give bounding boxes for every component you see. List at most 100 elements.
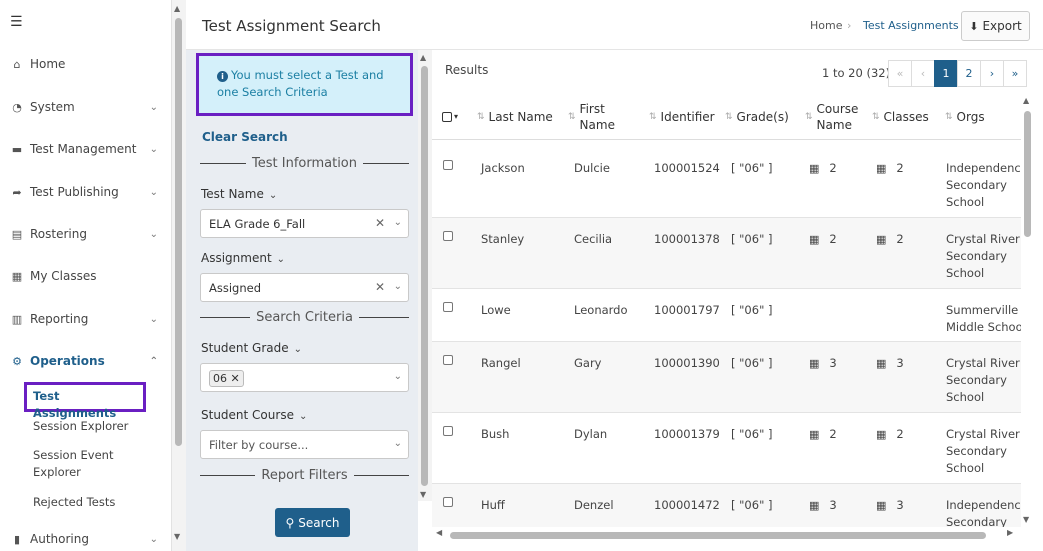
cell-classes[interactable]: ▦ 2 — [876, 426, 904, 443]
scroll-up-icon[interactable]: ▲ — [420, 53, 426, 62]
search-button[interactable]: ⚲ Search — [275, 508, 350, 537]
clear-icon[interactable]: ✕ — [375, 216, 385, 230]
sidebar-item-home[interactable]: ⌂ Home — [0, 51, 171, 77]
assignment-label[interactable]: Assignment ⌄ — [201, 251, 285, 265]
row-checkbox[interactable] — [443, 355, 453, 365]
scroll-left-icon[interactable]: ◀ — [436, 528, 442, 537]
sidebar-item-test-management[interactable]: ▬ Test Management ⌄ — [0, 136, 171, 162]
cell-course[interactable]: ▦ 3 — [809, 355, 837, 372]
sort-icon: ⇅ — [568, 111, 576, 122]
chevron-down-icon[interactable]: ⌄ — [394, 281, 402, 292]
scroll-thumb[interactable] — [1024, 111, 1031, 237]
scroll-thumb[interactable] — [421, 66, 428, 486]
scroll-up-icon[interactable]: ▲ — [174, 4, 180, 13]
select-all-checkbox[interactable]: ▾ — [442, 93, 458, 140]
scroll-down-icon[interactable]: ▼ — [174, 532, 180, 541]
cell-classes[interactable]: ▦ 2 — [876, 231, 904, 248]
scroll-thumb[interactable] — [450, 532, 986, 539]
breadcrumb-home[interactable]: Home — [810, 19, 842, 32]
sidebar-item-rostering[interactable]: ▤ Rostering ⌄ — [0, 221, 171, 247]
sidebar-item-test-publishing[interactable]: ➦ Test Publishing ⌄ — [0, 179, 171, 205]
table-vertical-scrollbar[interactable]: ▲ ▼ — [1021, 93, 1035, 527]
hamburger-menu-icon[interactable]: ☰ — [10, 14, 23, 30]
column-label: Classes — [883, 109, 929, 124]
chevron-down-icon[interactable]: ⌄ — [394, 438, 402, 449]
scroll-thumb[interactable] — [175, 18, 182, 446]
caret-down-icon[interactable]: ▾ — [454, 109, 458, 125]
sidebar: ☰ ⌂ Home ◔ System ⌄ ▬ Test Management ⌄ … — [0, 0, 172, 551]
assignment-select[interactable]: Assigned ✕ ⌄ — [200, 273, 409, 302]
panel-scrollbar[interactable]: ▲ ▼ — [418, 50, 432, 501]
cell-classes[interactable]: ▦ 3 — [876, 355, 904, 372]
sidebar-scrollbar[interactable]: ▲ ▼ — [172, 0, 186, 551]
student-grade-label[interactable]: Student Grade ⌄ — [201, 341, 302, 355]
scroll-up-icon[interactable]: ▲ — [1023, 96, 1029, 105]
row-checkbox[interactable] — [443, 426, 453, 436]
table-row[interactable]: Jackson Dulcie 100001524 [ "06" ] ▦ 2 ▦ 2 … — [432, 147, 1021, 218]
page-last[interactable]: » — [1003, 60, 1027, 87]
page-1[interactable]: 1 — [934, 60, 958, 87]
scroll-down-icon[interactable]: ▼ — [420, 490, 426, 499]
column-orgs[interactable]: ⇅ Orgs — [945, 93, 985, 140]
sidebar-item-reporting[interactable]: ▥ Reporting ⌄ — [0, 306, 171, 332]
cell-course[interactable]: ▦ 3 — [809, 497, 837, 514]
sidebar-item-authoring[interactable]: ▮ Authoring ⌄ — [0, 526, 171, 551]
row-checkbox[interactable] — [443, 302, 453, 312]
cell-orgs: Independence Secondary School — [946, 161, 1021, 209]
column-last-name[interactable]: ⇅ Last Name — [477, 93, 553, 140]
table-row[interactable]: Stanley Cecilia 100001378 [ "06" ] ▦ 2 ▦ 2… — [432, 218, 1021, 289]
scroll-right-icon[interactable]: ▶ — [1007, 528, 1013, 537]
sidebar-item-operations[interactable]: ⚙ Operations ⌃ — [0, 348, 171, 374]
page-next[interactable]: › — [980, 60, 1004, 87]
cell-course[interactable]: ▦ 2 — [809, 231, 837, 248]
cell-classes[interactable]: ▦ 2 — [876, 160, 904, 177]
sidebar-sub-test-assignments[interactable]: Test Assignments — [24, 382, 146, 420]
cell-course[interactable]: ▦ 2 — [809, 426, 837, 443]
cell-orgs: Crystal River Secondary School — [946, 427, 1020, 475]
cell-identifier: 100001379 — [654, 427, 720, 441]
cell-course[interactable]: ▦ 2 — [809, 160, 837, 177]
notice-text: You must select a Test and one Search Cr… — [217, 68, 384, 99]
page-prev[interactable]: ‹ — [911, 60, 935, 87]
table-row[interactable]: Bush Dylan 100001379 [ "06" ] ▦ 2 ▦ 2 Crys… — [432, 413, 1021, 484]
column-grades[interactable]: ⇅ Grade(s) — [725, 93, 789, 140]
sidebar-item-my-classes[interactable]: ▦ My Classes — [0, 263, 171, 289]
cell-orgs: Crystal River Secondary School — [946, 356, 1020, 404]
sidebar-item-label: Home — [30, 57, 66, 71]
student-course-label[interactable]: Student Course ⌄ — [201, 408, 307, 422]
clear-icon[interactable]: ✕ — [375, 280, 385, 294]
scroll-down-icon[interactable]: ▼ — [1023, 515, 1029, 524]
classroom-icon: ▦ — [876, 162, 887, 175]
column-course-name[interactable]: ⇅ Course Name — [805, 93, 865, 140]
student-course-select[interactable]: Filter by course... ⌄ — [200, 430, 409, 459]
table-row[interactable]: Rangel Gary 100001390 [ "06" ] ▦ 3 ▦ 3 Cry… — [432, 342, 1021, 413]
chevron-down-icon[interactable]: ⌄ — [394, 217, 402, 228]
table-horizontal-scrollbar[interactable]: ◀ ▶ — [432, 528, 1021, 542]
sidebar-sub-session-explorer[interactable]: Session Explorer — [33, 418, 128, 435]
classroom-icon: ▦ — [876, 233, 887, 246]
classroom-icon: ▦ — [809, 162, 820, 175]
student-grade-select[interactable]: 06 ✕ ⌄ — [200, 363, 409, 392]
row-checkbox[interactable] — [443, 160, 453, 170]
test-name-label[interactable]: Test Name ⌄ — [201, 187, 277, 201]
cell-classes[interactable]: ▦ 3 — [876, 497, 904, 514]
row-checkbox[interactable] — [443, 231, 453, 241]
sidebar-item-system[interactable]: ◔ System ⌄ — [0, 94, 171, 120]
row-checkbox[interactable] — [443, 497, 453, 507]
remove-tag-icon[interactable]: ✕ — [231, 372, 240, 385]
page-2[interactable]: 2 — [957, 60, 981, 87]
export-button[interactable]: ⬇ Export — [961, 11, 1030, 41]
clear-search-link[interactable]: Clear Search — [202, 130, 288, 144]
table-row[interactable]: Lowe Leonardo 100001797 [ "06" ] Summerv… — [432, 289, 1021, 342]
page-first[interactable]: « — [888, 60, 912, 87]
select-value: Assigned — [209, 281, 262, 295]
chevron-down-icon[interactable]: ⌄ — [394, 371, 402, 382]
column-classes[interactable]: ⇅ Classes — [872, 93, 929, 140]
column-first-name[interactable]: ⇅ First Name — [568, 93, 628, 140]
test-name-select[interactable]: ELA Grade 6_Fall ✕ ⌄ — [200, 209, 409, 238]
sidebar-sub-session-event-explorer[interactable]: Session Event Explorer — [33, 447, 133, 481]
sidebar-sub-rejected-tests[interactable]: Rejected Tests — [33, 494, 115, 511]
table-row[interactable]: Huff Denzel 100001472 [ "06" ] ▦ 3 ▦ 3 Ind… — [432, 484, 1021, 527]
column-identifier[interactable]: ⇅ Identifier — [649, 93, 715, 140]
chevron-down-icon: ⌄ — [149, 186, 158, 198]
